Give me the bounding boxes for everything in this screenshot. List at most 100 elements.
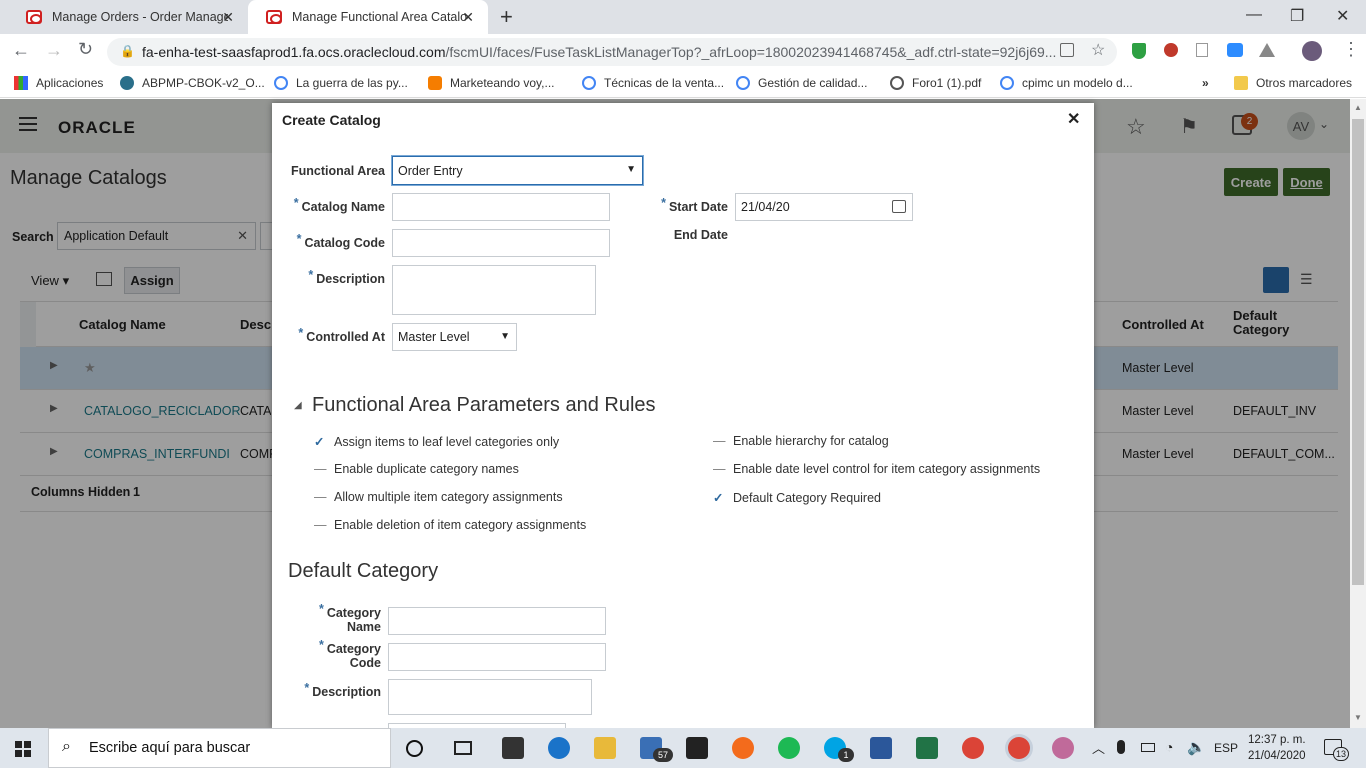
mail-badge: 57: [653, 748, 673, 762]
start-date-label: Start Date: [668, 200, 728, 214]
more-bookmarks-icon[interactable]: »: [1202, 76, 1209, 90]
forward-icon[interactable]: →: [45, 40, 63, 61]
param-label: Allow multiple item category assignments: [334, 490, 563, 504]
param-checkbox[interactable]: — Enable deletion of item category assign…: [314, 518, 586, 532]
other-bookmarks[interactable]: Otros marcadores: [1234, 76, 1352, 90]
bookmark-item[interactable]: Técnicas de la venta...: [582, 76, 724, 90]
edge-icon[interactable]: [548, 737, 570, 759]
sticky-app-icon[interactable]: [686, 737, 708, 759]
excel-icon[interactable]: [916, 737, 938, 759]
drive-extension-icon[interactable]: [1259, 43, 1275, 57]
description-textarea[interactable]: [392, 265, 596, 315]
clock[interactable]: 12:37 p. m. 21/04/2020: [1248, 732, 1306, 764]
param-checkbox[interactable]: ✓ Assign items to leaf level categories o…: [314, 434, 559, 449]
param-checkbox[interactable]: — Enable hierarchy for catalog: [713, 434, 889, 448]
controlled-at-select[interactable]: Master Level ▼: [392, 323, 517, 351]
bookmark-item[interactable]: ABPMP-CBOK-v2_O...: [120, 76, 265, 90]
bug-extension-icon[interactable]: [1164, 43, 1178, 57]
url-bar[interactable]: 🔒 fa-enha-test-saasfaprod1.fa.ocs.oracle…: [107, 38, 1117, 66]
wifi-icon[interactable]: ◔: [1165, 739, 1173, 755]
close-tab-icon[interactable]: ✕: [462, 9, 474, 26]
word-icon[interactable]: [870, 737, 892, 759]
battery-icon[interactable]: [1141, 743, 1155, 752]
back-icon[interactable]: ←: [12, 40, 30, 61]
reload-icon[interactable]: ↻: [78, 39, 93, 60]
category-description-label: Description: [312, 685, 381, 699]
param-checkbox[interactable]: ✓ Default Category Required: [713, 490, 881, 505]
browser-tab-manage-orders[interactable]: Manage Orders - Order Managem ✕: [8, 0, 248, 34]
category-description-textarea[interactable]: [388, 679, 592, 715]
close-tab-icon[interactable]: ✕: [222, 9, 234, 26]
category-code-input[interactable]: [388, 643, 606, 671]
unchecked-icon: —: [314, 518, 327, 532]
show-hidden-icons-icon[interactable]: ︿: [1092, 738, 1105, 757]
zoom-extension-icon[interactable]: [1227, 43, 1243, 57]
bookmark-star-icon[interactable]: ☆: [1091, 40, 1105, 60]
category-name-input[interactable]: [388, 607, 606, 635]
catalog-name-input[interactable]: [392, 193, 610, 221]
param-checkbox[interactable]: — Enable date level control for item cate…: [713, 462, 1040, 476]
dialog-title: Create Catalog: [282, 112, 381, 128]
spotify-icon[interactable]: [778, 737, 800, 759]
catalog-code-input[interactable]: [392, 229, 610, 257]
firefox-icon[interactable]: [732, 737, 754, 759]
bookmark-item[interactable]: cpimc un modelo d...: [1000, 76, 1133, 90]
browser-menu-icon[interactable]: ⋮: [1342, 39, 1360, 60]
taskbar-search[interactable]: ⌕ Escribe aquí para buscar: [48, 728, 391, 768]
param-label: Enable deletion of item category assignm…: [334, 518, 587, 532]
browser-tab-manage-functional-area[interactable]: Manage Functional Area Catalog ✕: [248, 0, 488, 34]
bookmark-apps[interactable]: Aplicaciones: [14, 76, 103, 90]
docs-extension-icon[interactable]: [1196, 43, 1208, 57]
scroll-down-icon[interactable]: ▼: [1354, 713, 1362, 722]
required-mark: *: [318, 638, 324, 652]
bookmark-item[interactable]: La guerra de las py...: [274, 76, 408, 90]
file-explorer-icon[interactable]: [594, 737, 616, 759]
scroll-up-icon[interactable]: ▲: [1354, 103, 1362, 112]
bookmark-label: cpimc un modelo d...: [1022, 76, 1133, 90]
catalog-name-label: Catalog Name: [301, 200, 385, 214]
param-checkbox[interactable]: — Enable duplicate category names: [314, 462, 519, 476]
dropdown-arrow-icon: ▼: [626, 164, 636, 175]
functional-area-select[interactable]: Order Entry ▼: [392, 156, 643, 185]
address-toolbar: ← → ↻ 🔒 fa-enha-test-saasfaprod1.fa.ocs.…: [0, 34, 1366, 70]
microphone-icon[interactable]: [1117, 740, 1125, 754]
translate-icon[interactable]: [1060, 43, 1074, 57]
close-dialog-icon[interactable]: ✕: [1067, 109, 1080, 129]
clock-time: 12:37 p. m.: [1248, 734, 1306, 746]
chrome-active-icon[interactable]: [1008, 737, 1030, 759]
cortana-icon[interactable]: [406, 740, 423, 757]
shield-extension-icon[interactable]: [1132, 43, 1146, 59]
bookmark-label: Técnicas de la venta...: [604, 76, 725, 90]
google-icon: [274, 76, 288, 90]
google-icon: [582, 76, 596, 90]
collapse-section-icon[interactable]: ◢: [294, 400, 302, 411]
calendar-icon[interactable]: [892, 200, 906, 213]
task-view-icon[interactable]: [454, 741, 472, 755]
bookmark-item[interactable]: Gestión de calidad...: [736, 76, 867, 90]
new-tab-icon[interactable]: +: [500, 4, 513, 30]
unchecked-icon: —: [713, 462, 726, 476]
minimize-window-icon[interactable]: —: [1246, 6, 1262, 24]
bookmark-label: Aplicaciones: [36, 76, 104, 90]
chrome-icon[interactable]: [962, 737, 984, 759]
category-name-label-line2: Name: [346, 620, 381, 634]
app-icon[interactable]: [1052, 737, 1074, 759]
tab-title: Manage Orders - Order Managem: [52, 10, 228, 24]
bookmark-item[interactable]: Foro1 (1).pdf: [890, 76, 981, 90]
page-scrollbar[interactable]: ▲ ▼: [1350, 99, 1366, 728]
param-checkbox[interactable]: — Allow multiple item category assignment…: [314, 490, 563, 504]
profile-avatar[interactable]: [1302, 41, 1322, 61]
volume-icon[interactable]: 🔈: [1187, 738, 1206, 756]
functional-area-label: Functional Area: [291, 164, 385, 178]
language-indicator[interactable]: ESP: [1214, 741, 1238, 755]
maximize-window-icon[interactable]: ❐: [1290, 6, 1304, 26]
skype-badge: 1: [838, 748, 854, 762]
start-date-input[interactable]: 21/04/20: [735, 193, 913, 221]
windows-start-icon[interactable]: [15, 741, 31, 757]
close-window-icon[interactable]: ✕: [1336, 6, 1349, 26]
bookmark-item[interactable]: Marketeando voy,...: [428, 76, 555, 90]
bookmark-label: Marketeando voy,...: [450, 76, 555, 90]
scroll-thumb[interactable]: [1352, 119, 1364, 585]
globe-icon: [120, 76, 134, 90]
store-icon[interactable]: [502, 737, 524, 759]
